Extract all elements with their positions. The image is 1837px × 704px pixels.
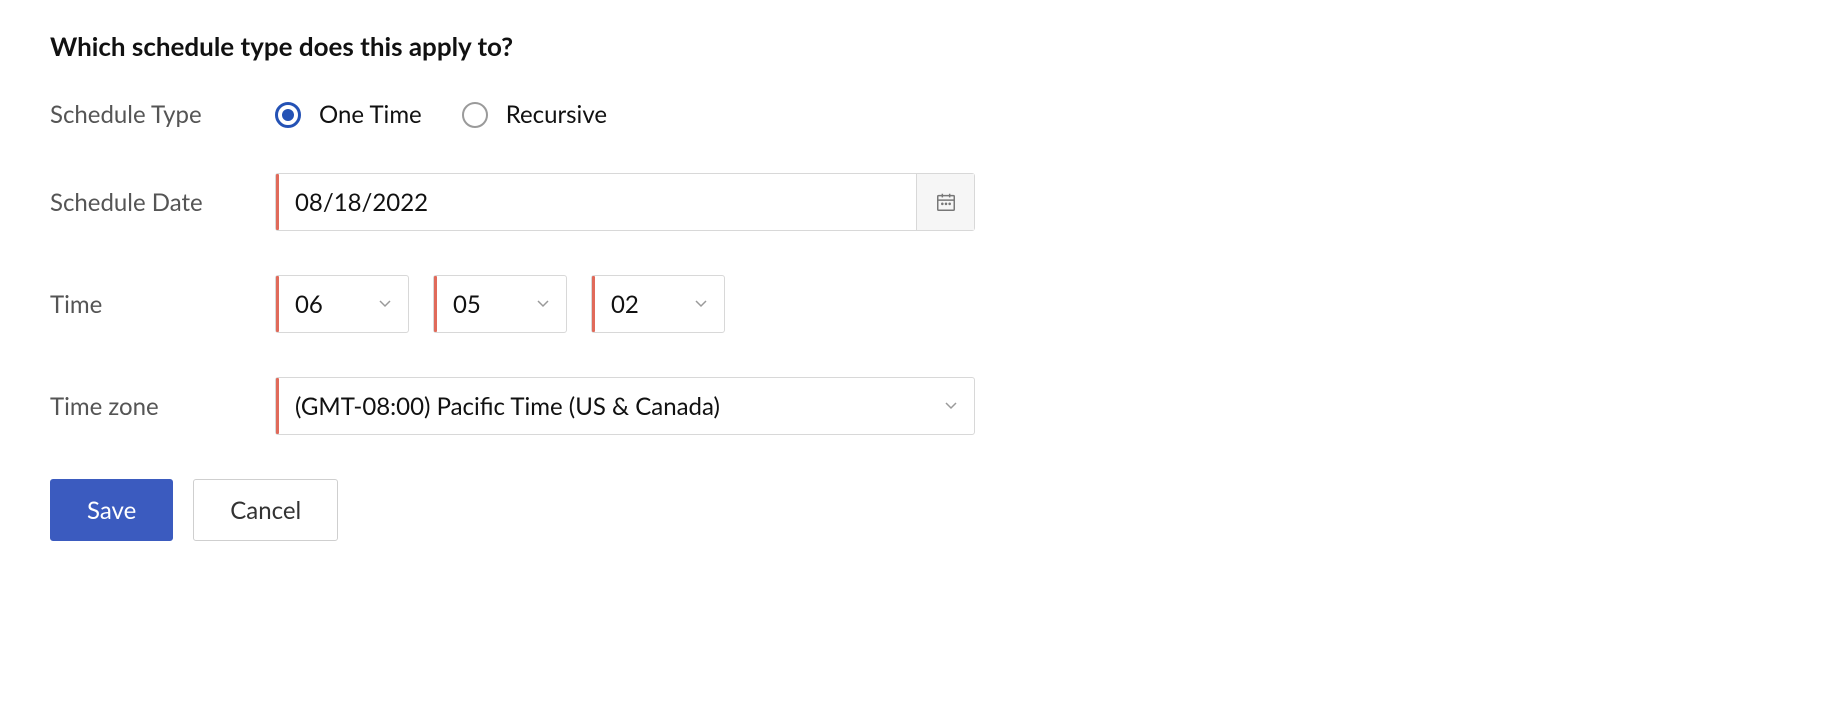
- schedule-type-label: Schedule Type: [50, 100, 275, 129]
- time-second-value: 02: [595, 276, 688, 332]
- save-button[interactable]: Save: [50, 479, 173, 541]
- time-hour-value: 06: [279, 276, 372, 332]
- timezone-row: Time zone (GMT-08:00) Pacific Time (US &…: [50, 377, 1787, 435]
- time-label: Time: [50, 290, 275, 319]
- button-row: Save Cancel: [50, 479, 1787, 541]
- radio-recursive-label: Recursive: [506, 100, 607, 129]
- time-minute-select[interactable]: 05: [433, 275, 567, 333]
- radio-one-time[interactable]: One Time: [275, 100, 422, 129]
- chevron-down-icon: [688, 276, 724, 332]
- calendar-button[interactable]: [916, 174, 974, 230]
- schedule-date-value: 08/18/2022: [279, 174, 916, 230]
- chevron-down-icon: [938, 378, 974, 434]
- schedule-date-input[interactable]: 08/18/2022: [275, 173, 975, 231]
- radio-one-time-label: One Time: [319, 100, 422, 129]
- timezone-select[interactable]: (GMT-08:00) Pacific Time (US & Canada): [275, 377, 975, 435]
- schedule-type-row: Schedule Type One Time Recursive: [50, 100, 1787, 129]
- schedule-type-radio-group: One Time Recursive: [275, 100, 607, 129]
- section-heading: Which schedule type does this apply to?: [50, 30, 1787, 62]
- time-second-select[interactable]: 02: [591, 275, 725, 333]
- cancel-button[interactable]: Cancel: [193, 479, 338, 541]
- schedule-date-label: Schedule Date: [50, 188, 275, 217]
- radio-icon: [462, 102, 488, 128]
- time-minute-value: 05: [437, 276, 530, 332]
- chevron-down-icon: [372, 276, 408, 332]
- chevron-down-icon: [530, 276, 566, 332]
- radio-recursive[interactable]: Recursive: [462, 100, 607, 129]
- timezone-label: Time zone: [50, 392, 275, 421]
- time-hour-select[interactable]: 06: [275, 275, 409, 333]
- time-row: Time 06 05 02: [50, 275, 1787, 333]
- timezone-value: (GMT-08:00) Pacific Time (US & Canada): [279, 378, 938, 434]
- schedule-date-row: Schedule Date 08/18/2022: [50, 173, 1787, 231]
- radio-icon: [275, 102, 301, 128]
- calendar-icon: [935, 191, 957, 213]
